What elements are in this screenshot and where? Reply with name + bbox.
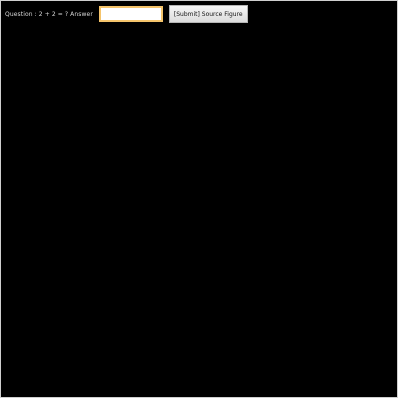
submit-button[interactable]: [Submit] Source Figure (168, 5, 248, 23)
app-canvas: Question : 2 + 2 = ? Answer [Submit] Sou… (0, 0, 398, 398)
question-label: Question : 2 + 2 = ? Answer (5, 10, 93, 18)
answer-input[interactable] (98, 6, 163, 22)
question-toolbar: Question : 2 + 2 = ? Answer [Submit] Sou… (5, 5, 248, 23)
